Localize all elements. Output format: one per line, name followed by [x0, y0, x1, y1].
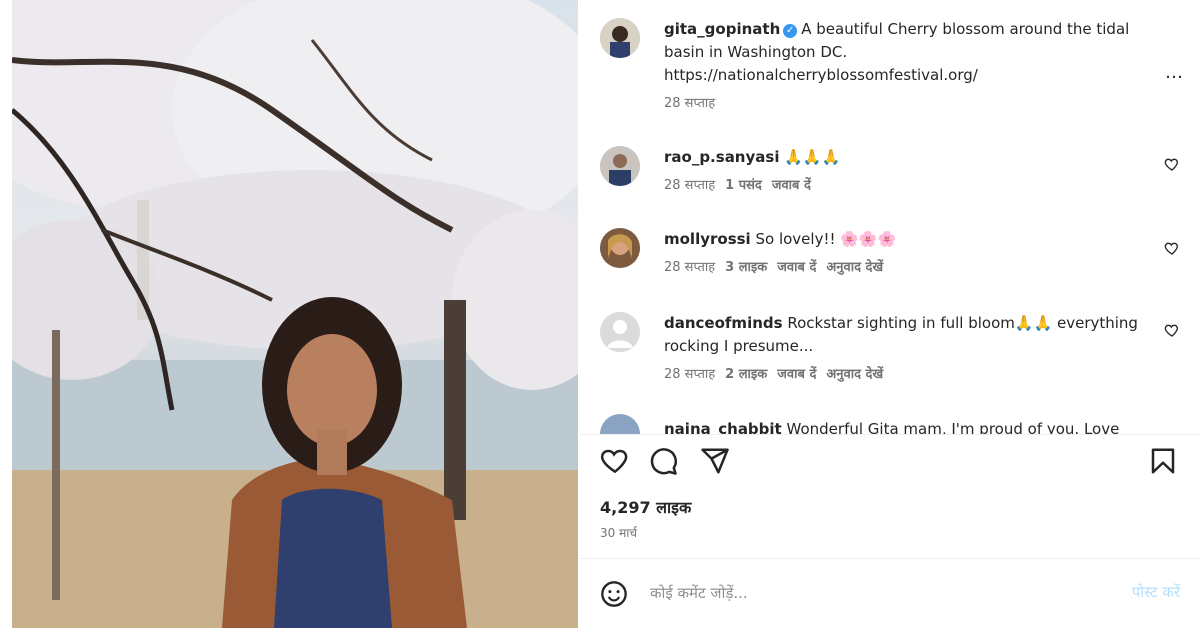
comment-username[interactable]: naina_chabbit — [664, 420, 782, 434]
like-heart-icon[interactable] — [600, 446, 630, 476]
divider — [580, 434, 1200, 435]
comment-text: 🙏🙏🙏 — [784, 148, 841, 166]
save-bookmark-icon[interactable] — [1148, 446, 1178, 476]
comment-likes[interactable]: 2 लाइक — [725, 364, 767, 382]
see-translation-button[interactable]: अनुवाद देखें — [826, 257, 883, 275]
share-send-icon[interactable] — [700, 446, 730, 476]
caption-link[interactable]: https://nationalcherryblossomfestival.or… — [664, 66, 978, 84]
post-comment-button[interactable]: पोस्ट करें — [1132, 582, 1180, 602]
author-avatar[interactable] — [600, 18, 640, 58]
comment-reply-button[interactable]: जवाब दें — [772, 175, 811, 193]
add-comment-bar: पोस्ट करें — [600, 572, 1180, 612]
comment-likes[interactable]: 3 लाइक — [725, 257, 767, 275]
divider — [580, 558, 1200, 559]
comment-list-clip: naina_chabbit Wonderful Gita mam, I'm pr… — [580, 412, 1200, 434]
emoji-picker-icon[interactable] — [600, 580, 628, 608]
action-bar — [600, 446, 1180, 478]
comment-like-heart-icon[interactable] — [1164, 240, 1180, 256]
comment-username[interactable]: rao_p.sanyasi — [664, 148, 779, 166]
see-translation-button[interactable]: अनुवाद देखें — [826, 364, 883, 382]
cherry-blossom-scene — [12, 0, 578, 628]
post-photo — [12, 0, 578, 628]
comment-like-heart-icon[interactable] — [1164, 322, 1180, 338]
author-username[interactable]: gita_gopinath — [664, 20, 780, 38]
comment-text: So lovely!! 🌸🌸🌸 — [755, 230, 897, 248]
comment-text: Wonderful Gita mam, I'm proud of you. Lo… — [786, 420, 1120, 434]
post-date[interactable]: 30 मार्च — [600, 524, 637, 541]
comment-like-heart-icon[interactable] — [1164, 156, 1180, 172]
comment-input[interactable] — [650, 580, 1070, 606]
commenter-avatar[interactable] — [600, 312, 640, 352]
caption-time[interactable]: 28 सप्ताह — [664, 93, 715, 111]
comment-reply-button[interactable]: जवाब दें — [777, 364, 816, 382]
comment-time[interactable]: 28 सप्ताह — [664, 257, 715, 275]
post-detail-panel: gita_gopinath ✓ A beautiful Cherry blossom… — [580, 0, 1200, 628]
comment-reply-button[interactable]: जवाब दें — [777, 257, 816, 275]
comment-username[interactable]: danceofminds — [664, 314, 783, 332]
comment-time[interactable]: 28 सप्ताह — [664, 175, 715, 193]
comment-time[interactable]: 28 सप्ताह — [664, 364, 715, 382]
commenter-avatar[interactable] — [600, 228, 640, 268]
commenter-avatar[interactable] — [600, 146, 640, 186]
comment-username[interactable]: mollyrossi — [664, 230, 751, 248]
verified-badge-icon: ✓ — [783, 24, 798, 38]
more-options-icon[interactable]: … — [1165, 62, 1184, 83]
comment-bubble-icon[interactable] — [648, 446, 678, 476]
comment-likes[interactable]: 1 पसंद — [725, 175, 762, 193]
likes-count[interactable]: 4,297 लाइक — [600, 496, 691, 518]
commenter-avatar[interactable] — [600, 414, 640, 434]
